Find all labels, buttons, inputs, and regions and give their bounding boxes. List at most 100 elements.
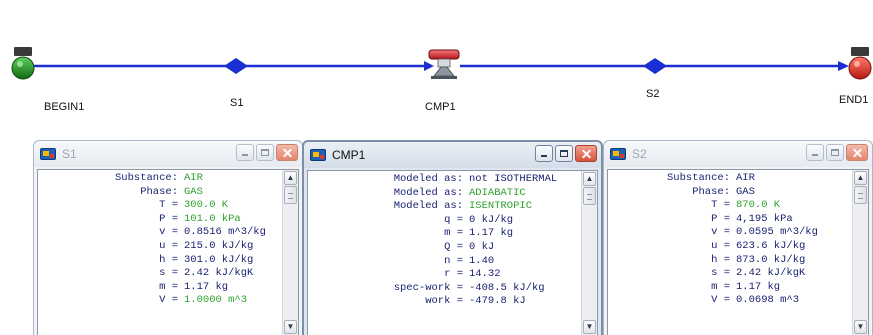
scroll-thumb[interactable] [583, 187, 596, 205]
node-label-cmp1: CMP1 [425, 101, 456, 113]
property-value: 870.0 K [736, 199, 781, 212]
property-label: m = [159, 280, 178, 293]
arrowhead-icon [424, 61, 434, 71]
title-bar[interactable]: S1 [34, 141, 302, 167]
property-row: u = 623.6 kJ/kg [608, 240, 851, 254]
scroll-up-button[interactable]: ▲ [284, 171, 297, 185]
scroll-down-button[interactable]: ▼ [284, 320, 297, 334]
cmp1-device-window[interactable]: CMP1 Modeled as: not ISOTHERMAL Modeled as… [302, 140, 603, 335]
property-row: Modeled as: ISENTROPIC [308, 200, 580, 214]
state-diamond-icon[interactable] [224, 58, 248, 74]
property-value: 300.0 K [184, 199, 229, 212]
maximize-button[interactable] [256, 144, 274, 161]
property-row: h = 873.0 kJ/kg [608, 254, 851, 268]
property-value: GAS [736, 185, 755, 198]
window-controls [236, 144, 298, 163]
vertical-scrollbar[interactable]: ▲ ▼ [282, 170, 298, 335]
maximize-button[interactable] [826, 144, 844, 161]
scroll-thumb[interactable] [284, 186, 297, 204]
state-diamond-icon[interactable] [643, 58, 667, 74]
property-list: Substance: AIR Phase: GAS T = 300.0 K P = 101.0… [38, 172, 281, 308]
property-label: Phase: [692, 185, 730, 198]
property-label: Q = [444, 240, 463, 253]
minimize-button[interactable] [806, 144, 824, 161]
property-row: P = 4,195 kPa [608, 213, 851, 227]
maximize-button[interactable] [555, 145, 573, 162]
property-value: AIR [736, 172, 755, 184]
property-value: 301.0 kJ/kg [184, 253, 254, 266]
minimize-button[interactable] [236, 144, 254, 161]
property-value: 1.17 kg [736, 280, 781, 293]
property-value: 14.32 [469, 268, 501, 281]
title-bar[interactable]: CMP1 [304, 142, 601, 168]
property-value: 2.42 kJ/kgK [184, 267, 254, 280]
scroll-up-button[interactable]: ▲ [583, 172, 596, 186]
property-value: ISENTROPIC [469, 200, 533, 213]
scroll-up-button[interactable]: ▲ [854, 171, 867, 185]
property-value: 215.0 kJ/kg [184, 239, 254, 252]
property-value: 2.42 kJ/kgK [736, 267, 806, 280]
property-label: h = [711, 253, 730, 266]
s1-state-window[interactable]: S1 Substance: AIR Phase: GAS T = 300.0 K P = 10… [33, 140, 303, 335]
property-value: 0.0698 m^3 [736, 294, 800, 307]
window-title: CMP1 [332, 148, 366, 162]
minimize-button[interactable] [535, 145, 553, 162]
property-row: Modeled as: ADIABATIC [308, 187, 580, 201]
property-label: Substance: [666, 172, 730, 184]
window-title: S2 [632, 147, 647, 161]
property-label: Substance: [114, 172, 178, 184]
property-row: T = 300.0 K [38, 199, 281, 213]
property-row: Q = 0 kJ [308, 241, 580, 255]
property-label: T = [711, 199, 730, 212]
property-row: m = 1.17 kg [608, 281, 851, 295]
close-button[interactable] [575, 145, 597, 162]
property-row: spec-work = -408.5 kJ/kg [308, 282, 580, 296]
property-label: h = [159, 253, 178, 266]
scroll-down-button[interactable]: ▼ [583, 320, 596, 334]
vertical-scrollbar[interactable]: ▲ ▼ [581, 171, 597, 335]
s2-state-window[interactable]: S2 Substance: AIR Phase: GAS T = 870.0 K P = 4,… [603, 140, 873, 335]
close-button[interactable] [846, 144, 868, 161]
property-value: GAS [184, 185, 203, 198]
property-row: q = 0 kJ/kg [308, 214, 580, 228]
property-value: 1.0000 m^3 [184, 294, 248, 307]
property-value: 101.0 kPa [184, 212, 241, 225]
property-value: 1.17 kg [469, 227, 514, 240]
property-value: 0.8516 m^3/kg [184, 226, 266, 239]
node-label-s1: S1 [230, 97, 244, 109]
property-value: 0 kJ/kg [469, 213, 514, 226]
property-value: 4,195 kPa [736, 212, 793, 225]
property-label: P = [159, 212, 178, 225]
property-row: m = 1.17 kg [308, 227, 580, 241]
property-label: v = [159, 226, 178, 239]
property-label: u = [159, 239, 178, 252]
properties-panel: Substance: AIR Phase: GAS T = 870.0 K P = 4,195… [607, 169, 869, 335]
source-node-icon[interactable] [11, 47, 35, 80]
property-row: V = 0.0698 m^3 [608, 294, 851, 308]
property-label: V = [159, 294, 178, 307]
property-row: n = 1.40 [308, 255, 580, 269]
scroll-thumb[interactable] [854, 186, 867, 204]
property-value: 0 kJ [469, 240, 495, 253]
property-label: Modeled as: [393, 173, 463, 185]
property-list: Substance: AIR Phase: GAS T = 870.0 K P = 4,195… [608, 172, 851, 308]
property-value: -479.8 kJ [469, 295, 526, 308]
property-label: q = [444, 213, 463, 226]
window-title: S1 [62, 147, 77, 161]
property-label: r = [444, 268, 463, 281]
scroll-down-button[interactable]: ▼ [854, 320, 867, 334]
close-button[interactable] [276, 144, 298, 161]
sink-node-icon[interactable] [848, 47, 872, 80]
property-row: m = 1.17 kg [38, 281, 281, 295]
compressor-icon[interactable] [428, 49, 460, 79]
property-value: 873.0 kJ/kg [736, 253, 806, 266]
vertical-scrollbar[interactable]: ▲ ▼ [852, 170, 868, 335]
arrowhead-icon [838, 61, 849, 71]
property-value: ADIABATIC [469, 186, 526, 199]
title-bar[interactable]: S2 [604, 141, 872, 167]
property-row: v = 0.0595 m^3/kg [608, 226, 851, 240]
property-row: r = 14.32 [308, 268, 580, 282]
property-label: T = [159, 199, 178, 212]
properties-panel: Modeled as: not ISOTHERMAL Modeled as: ADIA… [307, 170, 598, 335]
property-value: 1.40 [469, 254, 495, 267]
